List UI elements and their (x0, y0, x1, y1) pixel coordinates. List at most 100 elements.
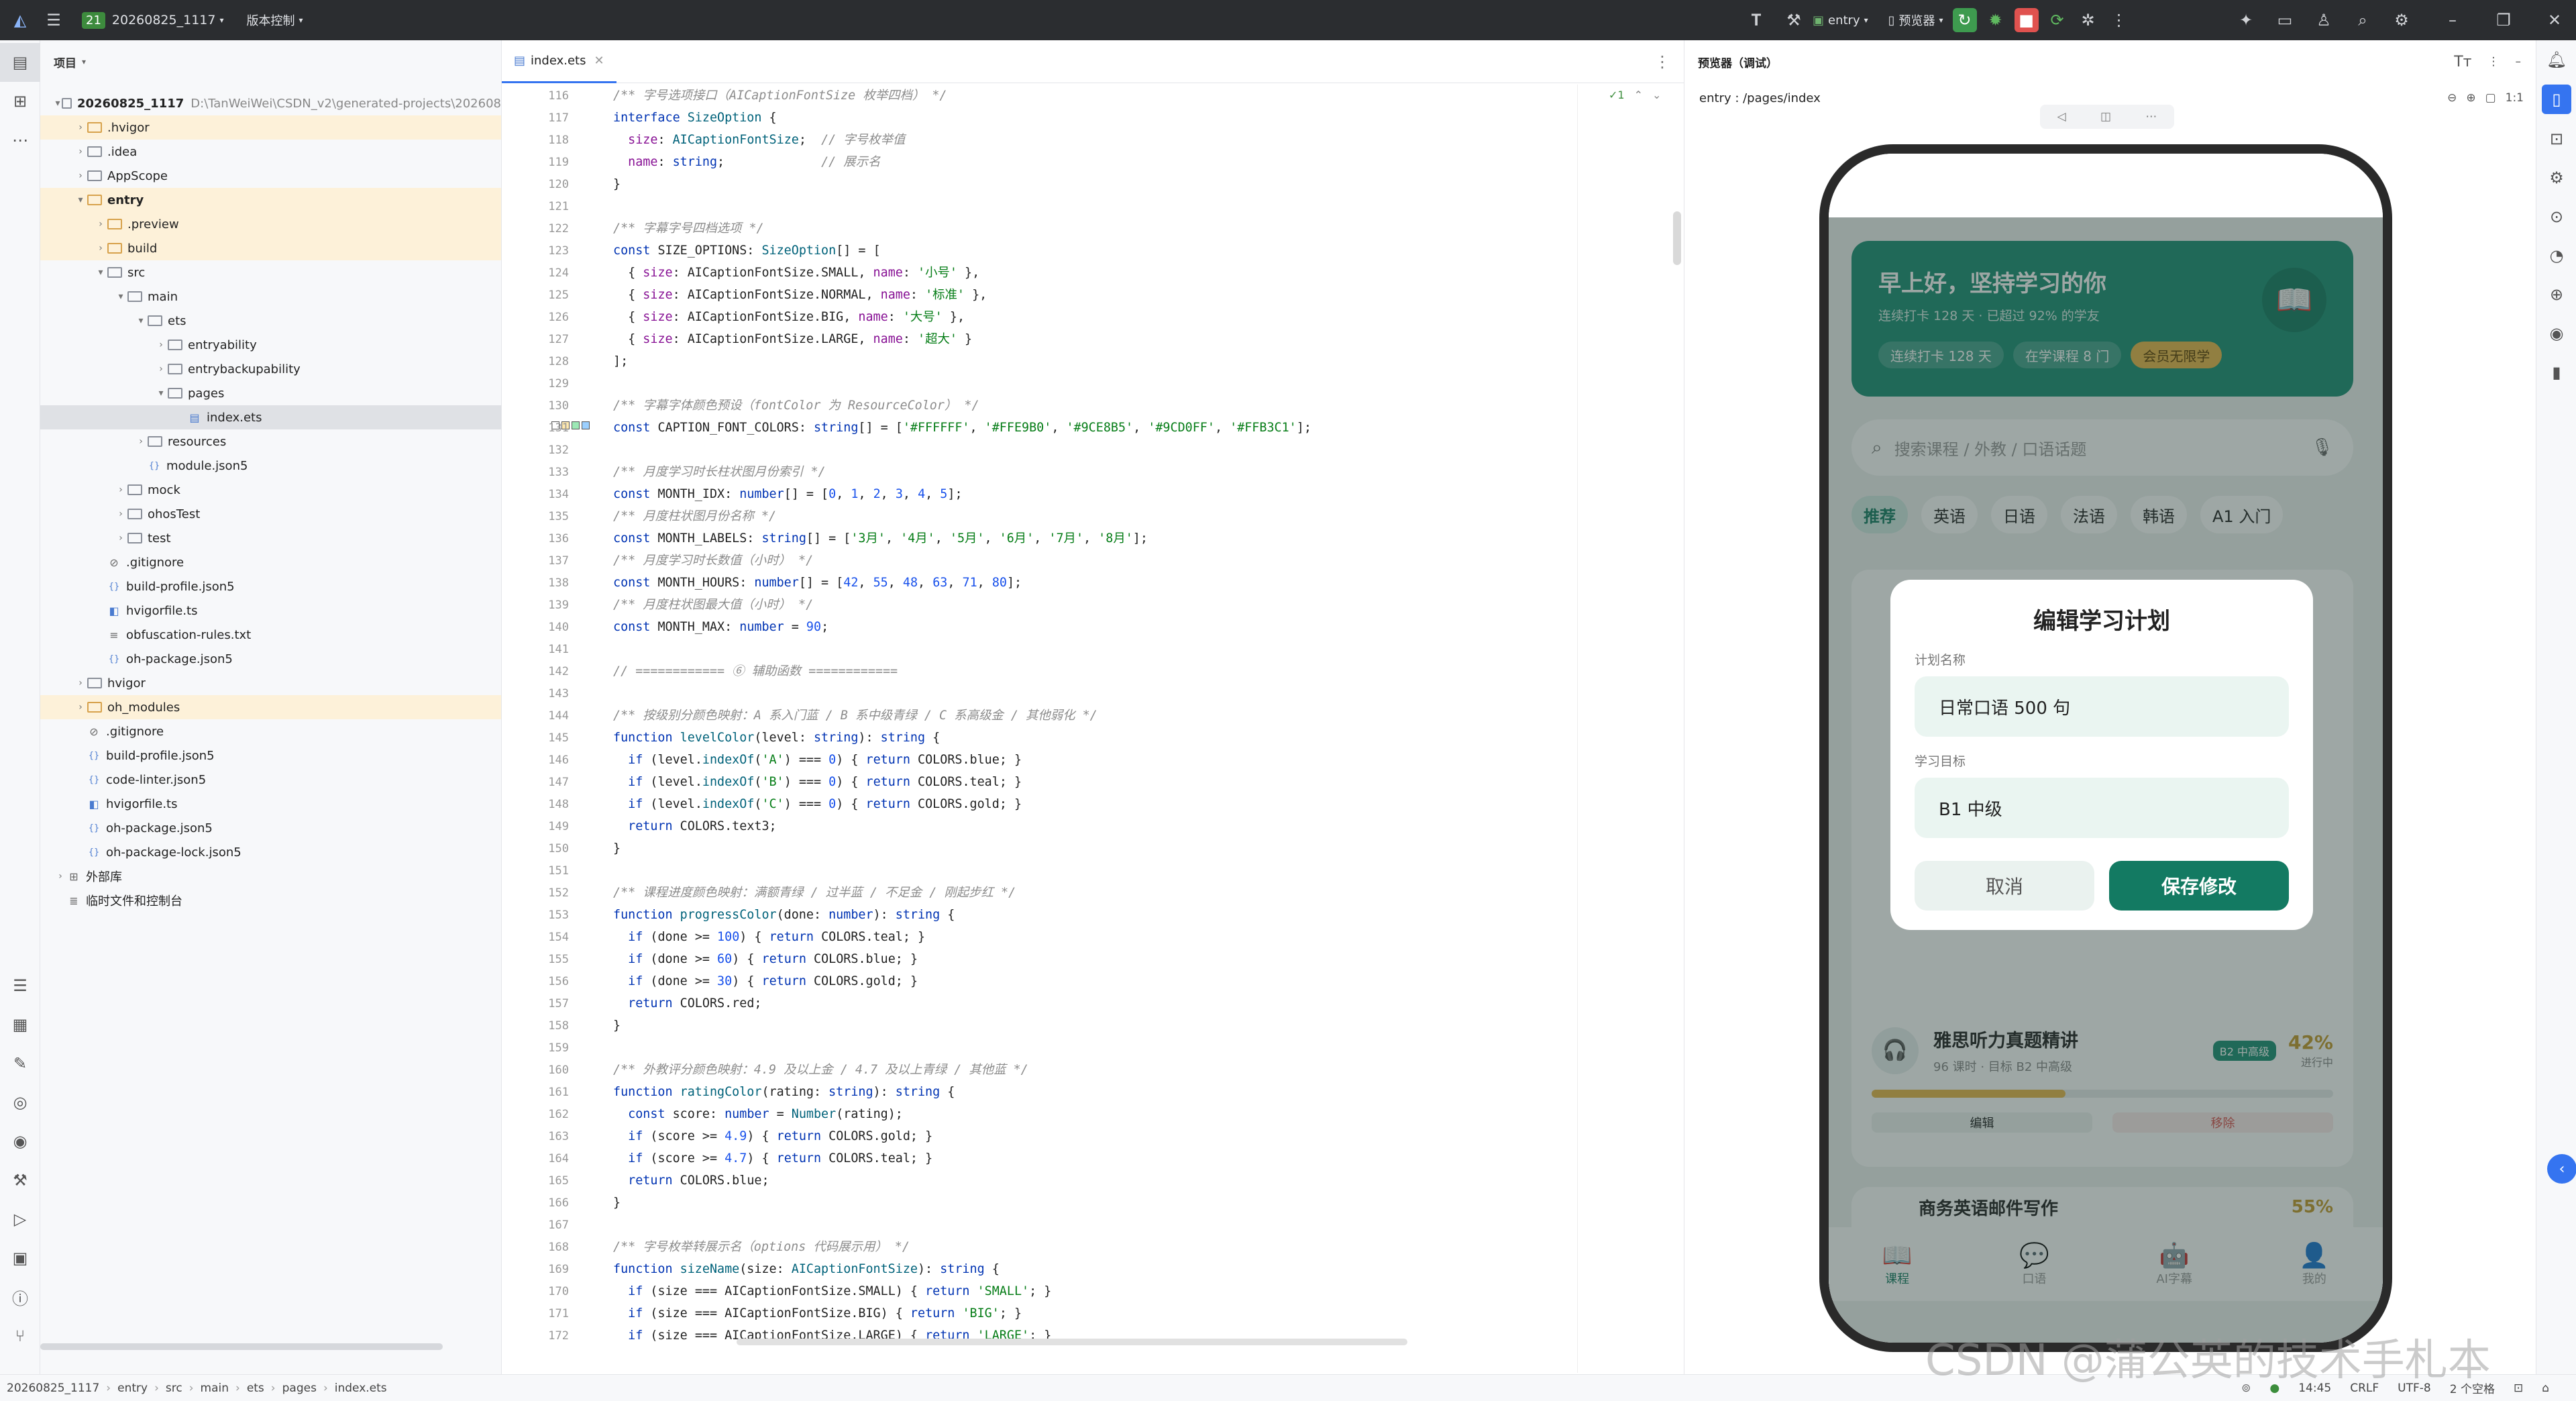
code-line[interactable]: 164 if (score >= 4.7) { return COLORS.te… (502, 1147, 1575, 1170)
tree-item[interactable]: › .idea (40, 140, 501, 164)
code-line[interactable]: 147 if (level.indexOf('B') === 0) { retu… (502, 771, 1575, 793)
breadcrumb-item[interactable]: src (166, 1382, 182, 1395)
inspector-icon[interactable]: ⚙ (2536, 158, 2576, 197)
tree-item[interactable]: {} oh-package-lock.json5 (40, 840, 501, 864)
save-button[interactable]: 保存修改 (2109, 861, 2289, 911)
chevron-right-icon[interactable]: › (94, 219, 107, 229)
code-line[interactable]: 166} (502, 1192, 1575, 1214)
notifications-icon[interactable]: 🔔︎ (2536, 40, 2576, 79)
services-icon[interactable]: ◉ (0, 1122, 40, 1161)
tree-item[interactable]: ▾ main (40, 284, 501, 309)
code-line[interactable]: 154 if (done >= 100) { return COLORS.tea… (502, 926, 1575, 948)
expand-panel-button[interactable]: ‹ (2547, 1154, 2576, 1184)
chevron-right-icon[interactable]: › (154, 364, 168, 374)
code-line[interactable]: 171 if (size === AICaptionFontSize.BIG) … (502, 1302, 1575, 1325)
harmony-icon[interactable]: ⊡ (2536, 119, 2576, 158)
stop-icon[interactable]: ■ (2014, 8, 2039, 32)
code-line[interactable]: 159 (502, 1037, 1575, 1059)
code-line[interactable]: 137 /** 月度学习时长数值（小时） */ (502, 550, 1575, 572)
bug-icon[interactable]: ✲ (2076, 8, 2100, 32)
minimize-panel-icon[interactable]: – (2516, 55, 2522, 68)
tree-item[interactable]: › oh_modules (40, 695, 501, 719)
tree-item[interactable]: {} build-profile.json5 (40, 574, 501, 599)
tree-item[interactable]: › ohosTest (40, 502, 501, 526)
gear-icon[interactable]: ⚙ (2390, 8, 2414, 32)
actual-size-icon[interactable]: 1:1 (2506, 91, 2524, 105)
code-line[interactable]: 126 { size: AICaptionFontSize.BIG, name:… (502, 306, 1575, 328)
reload-icon[interactable]: ⟳ (2045, 8, 2070, 32)
chevron-down-icon[interactable]: ▾ (54, 98, 62, 109)
folder-sync-icon[interactable]: ▭ (2273, 8, 2297, 32)
close-icon[interactable]: ✕ (594, 54, 604, 68)
code-line[interactable]: 151 (502, 860, 1575, 882)
code-line[interactable]: 129 (502, 372, 1575, 395)
device-icon[interactable]: ▮ (2536, 353, 2576, 392)
run-icon[interactable]: ▷ (0, 1200, 40, 1239)
git-icon[interactable]: ⑂ (0, 1316, 40, 1355)
code-line[interactable]: 128]; (502, 350, 1575, 372)
code-line[interactable]: 168 /** 字号枚举转展示名（options 代码展示用） */ (502, 1236, 1575, 1258)
breadcrumb-item[interactable]: pages (282, 1382, 317, 1395)
profiler-icon[interactable]: ◎ (0, 1083, 40, 1122)
chevron-right-icon[interactable]: › (94, 243, 107, 254)
chevron-right-icon[interactable]: › (134, 436, 148, 447)
tree-item[interactable]: › entryability (40, 333, 501, 357)
code-line[interactable]: 141 (502, 638, 1575, 660)
code-line[interactable]: 116 /** 字号选项接口（AICaptionFontSize 枚举四档） */ (502, 85, 1575, 107)
fit-icon[interactable]: ▢ (2485, 91, 2496, 105)
notes-icon[interactable]: ✎ (0, 1044, 40, 1083)
app-logo-icon[interactable]: ◭ (8, 8, 32, 32)
code-line[interactable]: 118 size: AICaptionFontSize; // 字号枚举值 (502, 129, 1575, 151)
code-line[interactable]: 148 if (level.indexOf('C') === 0) { retu… (502, 793, 1575, 815)
font-size-icon[interactable]: Tт (2454, 54, 2471, 70)
tree-item[interactable]: › mock (40, 478, 501, 502)
zoom-out-icon[interactable]: ⊖ (2447, 91, 2457, 105)
chevron-right-icon[interactable]: › (154, 340, 168, 350)
more-icon[interactable]: ⋮ (2488, 55, 2500, 68)
code-line[interactable]: 121 (502, 195, 1575, 217)
tree-item[interactable]: › entrybackupability (40, 357, 501, 381)
chevron-right-icon[interactable]: › (74, 170, 87, 181)
tree-item[interactable]: ⊘ .gitignore (40, 550, 501, 574)
tree-item[interactable]: ≣ 临时文件和控制台 (40, 888, 501, 913)
tree-item[interactable]: › test (40, 526, 501, 550)
previewer-icon[interactable]: ▯ (2542, 85, 2571, 114)
tree-item[interactable]: ≡ obfuscation-rules.txt (40, 623, 501, 647)
breadcrumb-item[interactable]: ets (247, 1382, 264, 1395)
code-line[interactable]: 162 const score: number = Number(rating)… (502, 1103, 1575, 1125)
tree-item[interactable]: › build (40, 236, 501, 260)
restore-icon[interactable]: ❐ (2491, 8, 2516, 32)
code-line[interactable]: 131 const CAPTION_FONT_COLORS: string[] =… (502, 417, 1575, 439)
code-line[interactable]: 156 if (done >= 30) { return COLORS.gold… (502, 970, 1575, 992)
code-line[interactable]: 136 const MONTH_LABELS: string[] = ['3月',… (502, 527, 1575, 550)
tree-item[interactable]: › resources (40, 429, 501, 454)
chevron-down-icon[interactable]: ⌄ (1652, 89, 1661, 101)
code-line[interactable]: 158} (502, 1015, 1575, 1037)
tree-item[interactable]: ▾ entry (40, 188, 501, 212)
chevron-right-icon[interactable]: › (74, 678, 87, 688)
plugin-icon[interactable]: ✦ (2234, 8, 2258, 32)
lock-icon[interactable]: ⊡ (2514, 1382, 2523, 1395)
tree-item[interactable]: ▾ src (40, 260, 501, 284)
code-line[interactable]: 161 function ratingColor(rating: string):… (502, 1081, 1575, 1103)
code-line[interactable]: 145 function levelColor(level: string): s… (502, 727, 1575, 749)
back-icon[interactable]: ◁ (2057, 110, 2066, 123)
tab-index-ets[interactable]: ▤ index.ets ✕ (502, 40, 616, 83)
code-line[interactable]: 125 { size: AICaptionFontSize.NORMAL, na… (502, 284, 1575, 306)
project-view-icon[interactable]: ▤ (0, 43, 40, 82)
tree-item[interactable]: ◧ hvigorfile.ts (40, 792, 501, 816)
more-tools-icon[interactable]: ⋯ (0, 121, 40, 160)
search-icon[interactable]: ⌕ (2351, 8, 2375, 32)
chevron-down-icon[interactable]: ▾ (82, 57, 86, 66)
font-tool-icon[interactable]: 𝐓 (1744, 8, 1768, 32)
code-line[interactable]: 167 (502, 1214, 1575, 1236)
terminal-icon[interactable]: ▣ (0, 1239, 40, 1278)
more-icon[interactable]: ⋯ (2145, 110, 2157, 123)
tree-item[interactable]: › ⊞ 外部库 (40, 864, 501, 888)
code-line[interactable]: 133 /** 月度学习时长柱状图月份索引 */ (502, 461, 1575, 483)
code-line[interactable]: 149 return COLORS.text3; (502, 815, 1575, 837)
code-line[interactable]: 169 function sizeName(size: AICaptionFont… (502, 1258, 1575, 1280)
cancel-button[interactable]: 取消 (1915, 861, 2094, 911)
breadcrumb-item[interactable]: entry (117, 1382, 148, 1395)
chevron-right-icon[interactable]: › (74, 122, 87, 133)
